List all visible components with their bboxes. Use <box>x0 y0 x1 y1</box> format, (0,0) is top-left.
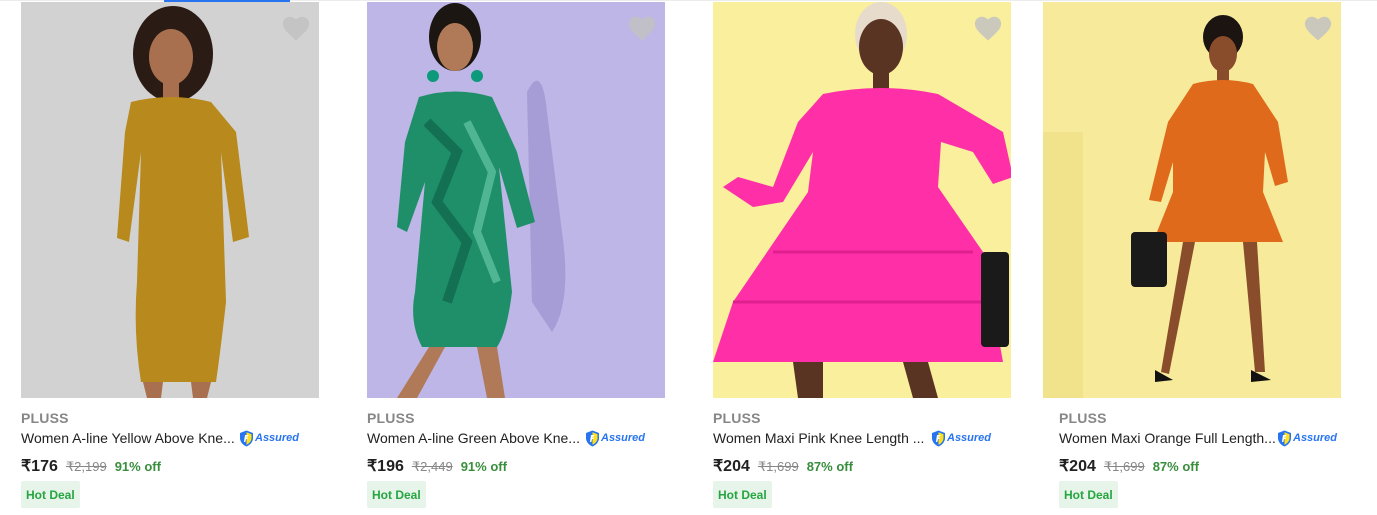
price-row: ₹204 ₹1,699 87% off <box>1059 456 1199 476</box>
original-price: ₹2,449 <box>411 459 453 474</box>
price-row: ₹196 ₹2,449 91% off <box>367 456 507 476</box>
discount-percent: 87% off <box>1152 459 1199 474</box>
original-price: ₹2,199 <box>65 459 107 474</box>
product-image[interactable] <box>1043 2 1341 398</box>
product-title[interactable]: Women Maxi Orange Full Length... <box>1059 430 1276 446</box>
heart-icon[interactable] <box>973 14 1003 42</box>
flipkart-assured-badge-icon <box>586 430 599 446</box>
heart-icon[interactable] <box>1303 14 1333 42</box>
heart-icon[interactable] <box>281 14 311 42</box>
product-title[interactable]: Women A-line Yellow Above Kne... <box>21 430 235 446</box>
selling-price: ₹204 <box>713 458 750 475</box>
assured-badge: Assured <box>931 429 991 447</box>
flipkart-assured-badge-icon <box>240 430 253 446</box>
assured-label: Assured <box>947 432 992 444</box>
assured-badge: Assured <box>1277 429 1337 447</box>
price-row: ₹176 ₹2,199 91% off <box>21 456 161 476</box>
product-card[interactable]: PLUSS Women Maxi Orange Full Length... A… <box>1043 2 1341 512</box>
assured-label: Assured <box>255 432 300 444</box>
original-price: ₹1,699 <box>1103 459 1145 474</box>
flipkart-assured-badge-icon <box>1278 430 1291 446</box>
selling-price: ₹196 <box>367 458 404 475</box>
product-card[interactable]: PLUSS Women Maxi Pink Knee Length ... As… <box>713 2 1011 512</box>
hot-deal-badge: Hot Deal <box>713 481 772 508</box>
product-brand: PLUSS <box>1059 410 1107 426</box>
product-image[interactable] <box>367 2 665 398</box>
discount-percent: 91% off <box>460 459 507 474</box>
product-title[interactable]: Women A-line Green Above Kne... <box>367 430 580 446</box>
product-card[interactable]: PLUSS Women A-line Green Above Kne... As… <box>367 2 665 512</box>
product-card[interactable]: PLUSS Women A-line Yellow Above Kne... A… <box>21 2 319 512</box>
assured-badge: Assured <box>239 429 299 447</box>
product-title[interactable]: Women Maxi Pink Knee Length ... <box>713 430 924 446</box>
product-brand: PLUSS <box>21 410 69 426</box>
flipkart-assured-badge-icon <box>932 430 945 446</box>
assured-badge: Assured <box>585 429 645 447</box>
discount-percent: 87% off <box>806 459 853 474</box>
selling-price: ₹176 <box>21 458 58 475</box>
hot-deal-badge: Hot Deal <box>1059 481 1118 508</box>
discount-percent: 91% off <box>114 459 161 474</box>
heart-icon[interactable] <box>627 14 657 42</box>
assured-label: Assured <box>601 432 646 444</box>
product-image[interactable] <box>713 2 1011 398</box>
hot-deal-badge: Hot Deal <box>367 481 426 508</box>
original-price: ₹1,699 <box>757 459 799 474</box>
product-brand: PLUSS <box>367 410 415 426</box>
product-image[interactable] <box>21 2 319 398</box>
product-brand: PLUSS <box>713 410 761 426</box>
assured-label: Assured <box>1293 432 1338 444</box>
selling-price: ₹204 <box>1059 458 1096 475</box>
hot-deal-badge: Hot Deal <box>21 481 80 508</box>
price-row: ₹204 ₹1,699 87% off <box>713 456 853 476</box>
